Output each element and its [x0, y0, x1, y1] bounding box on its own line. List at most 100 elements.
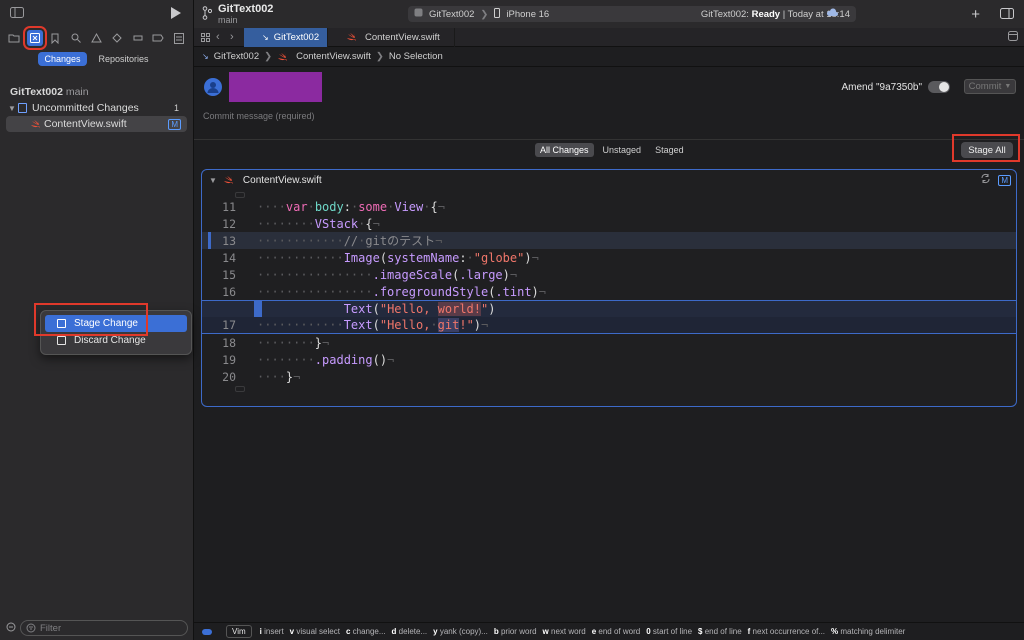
refresh-icon[interactable] [980, 173, 991, 187]
window-toolbar: GitText002 main GitText002 ❯ iPhone 16 G… [194, 0, 1024, 28]
search-icon[interactable] [68, 30, 84, 46]
project-title-block: GitText002 main [218, 3, 273, 25]
amend-label: Amend "9a7350b" [841, 81, 923, 93]
changed-file-item[interactable]: ContentView.swift M [6, 116, 187, 132]
status-divider: | [782, 8, 786, 20]
vim-hint: f next occurrence of... [748, 627, 825, 636]
source-control-small-icon: ↘ [202, 52, 209, 61]
code-text: Text("Hello, world!") [343, 302, 496, 316]
window-branch-name: main [218, 14, 238, 25]
add-icon[interactable]: + [971, 6, 980, 23]
hint-text: end of word [598, 627, 641, 636]
code-text: ····}¬ [257, 369, 301, 384]
sidebar-top [0, 0, 193, 28]
filter-icon [26, 623, 36, 633]
test-icon[interactable] [109, 30, 125, 46]
line-number: 16 [222, 284, 236, 299]
code-text: ········VStack·{¬ [257, 216, 380, 231]
cloud-icon[interactable] [826, 8, 838, 20]
jumpbar-project[interactable]: GitText002 [214, 51, 259, 62]
tab-gittext002[interactable]: ↘ GitText002 [244, 27, 328, 47]
toggle-sidebar-icon[interactable] [10, 7, 24, 21]
source-control-icon[interactable] [22, 26, 47, 50]
filter-staged[interactable]: Staged [650, 143, 689, 157]
commit-button[interactable]: Commit ▼ [964, 79, 1016, 94]
vim-hint: w next word [543, 627, 586, 636]
warning-icon[interactable] [89, 30, 105, 46]
code-line: 14 ············Image(systemName:·"globe"… [202, 249, 1016, 266]
vim-mode-badge[interactable]: Vim [226, 625, 252, 638]
vim-hint: b prior word [494, 627, 537, 636]
project-branch: main [65, 86, 89, 98]
fold-marker[interactable] [235, 386, 245, 392]
removed-code-line: Text("Hello, world!") [202, 300, 1016, 318]
change-bar[interactable] [208, 232, 211, 249]
changed-file-name: ContentView.swift [44, 118, 127, 130]
editor-options-icon[interactable] [1008, 30, 1018, 44]
amend-toggle[interactable] [928, 81, 950, 93]
diff-header: ▼ ContentView.swift M [202, 170, 1016, 190]
trash-icon [57, 336, 66, 345]
line-number: 18 [222, 335, 236, 350]
grid-icon[interactable] [194, 32, 216, 42]
filter-input[interactable]: Filter [20, 620, 188, 636]
commit-message-field[interactable]: Commit message (required) [203, 111, 315, 121]
code-text: ············Text("Hello,·git!")¬ [257, 318, 489, 332]
chevron-down-icon[interactable]: ▼ [209, 176, 217, 185]
scheme-separator: ❯ [480, 8, 489, 20]
report-icon[interactable] [171, 30, 187, 46]
code-line: 16 ················.foregroundStyle(.tin… [202, 283, 1016, 300]
hint-text: next occurrence of... [752, 627, 826, 636]
hint-key: $ [698, 627, 703, 636]
tab-gittext002-label: GitText002 [273, 31, 320, 43]
code-line: 15 ················.imageScale(.large)¬ [202, 266, 1016, 283]
hint-text: visual select [296, 627, 340, 636]
jumpbar-selection[interactable]: No Selection [389, 51, 443, 62]
filter-unstaged[interactable]: Unstaged [598, 143, 647, 157]
device-selector[interactable]: iPhone 16 [506, 9, 549, 20]
hint-text: matching delimiter [840, 627, 906, 636]
hint-key: w [542, 627, 549, 636]
diff-file-name: ContentView.swift [242, 174, 322, 186]
folder-icon[interactable] [6, 30, 22, 46]
hint-key: v [289, 627, 295, 636]
amend-control: Amend "9a7350b" [841, 81, 950, 93]
code-line: 11 ····var·body:·some·View·{¬ [202, 198, 1016, 215]
scheme-status-bar: GitText002 ❯ iPhone 16 GitText002: Ready… [408, 6, 856, 22]
vim-hint: y yank (copy)... [433, 627, 488, 636]
source-control-segmented: Changes Repositories [0, 52, 193, 66]
uncommitted-changes-group[interactable]: ▼ Uncommitted Changes 1 [0, 100, 193, 116]
status-state: Ready [751, 8, 781, 20]
hint-key: e [591, 627, 597, 636]
chevron-down-icon[interactable]: ▼ [8, 104, 18, 113]
run-icon[interactable] [171, 6, 181, 22]
hint-text: prior word [500, 627, 537, 636]
line-number: 15 [222, 267, 236, 282]
tab-contentview[interactable]: ContentView.swift [328, 27, 455, 47]
swift-file-icon [347, 32, 356, 41]
vim-hint: % matching delimiter [831, 627, 905, 636]
branch-icon [202, 5, 213, 23]
inspector-toggle-icon[interactable] [1000, 8, 1014, 22]
vim-hint: e end of word [592, 627, 641, 636]
jumpbar-file[interactable]: ContentView.swift [296, 51, 371, 62]
segment-repositories[interactable]: Repositories [93, 52, 155, 66]
scheme-selector[interactable]: GitText002 [429, 9, 474, 20]
back-icon[interactable]: ‹ [216, 31, 230, 43]
breakpoint-icon[interactable] [150, 30, 166, 46]
segment-changes[interactable]: Changes [38, 52, 87, 66]
change-bar[interactable] [254, 301, 262, 318]
line-number: 19 [222, 352, 236, 367]
filter-options-icon[interactable] [6, 622, 16, 635]
bookmark-icon[interactable] [47, 30, 63, 46]
hint-key: c [345, 627, 351, 636]
file-group-icon [18, 103, 27, 113]
vim-hint: d delete... [392, 627, 428, 636]
forward-icon[interactable]: › [230, 31, 244, 43]
commit-area: Commit message (required) Amend "9a7350b… [194, 67, 1024, 140]
filter-placeholder: Filter [40, 622, 62, 634]
hint-key: % [831, 627, 839, 636]
line-number: 11 [222, 199, 236, 214]
filter-all-changes[interactable]: All Changes [535, 143, 594, 157]
debug-icon[interactable] [130, 30, 146, 46]
